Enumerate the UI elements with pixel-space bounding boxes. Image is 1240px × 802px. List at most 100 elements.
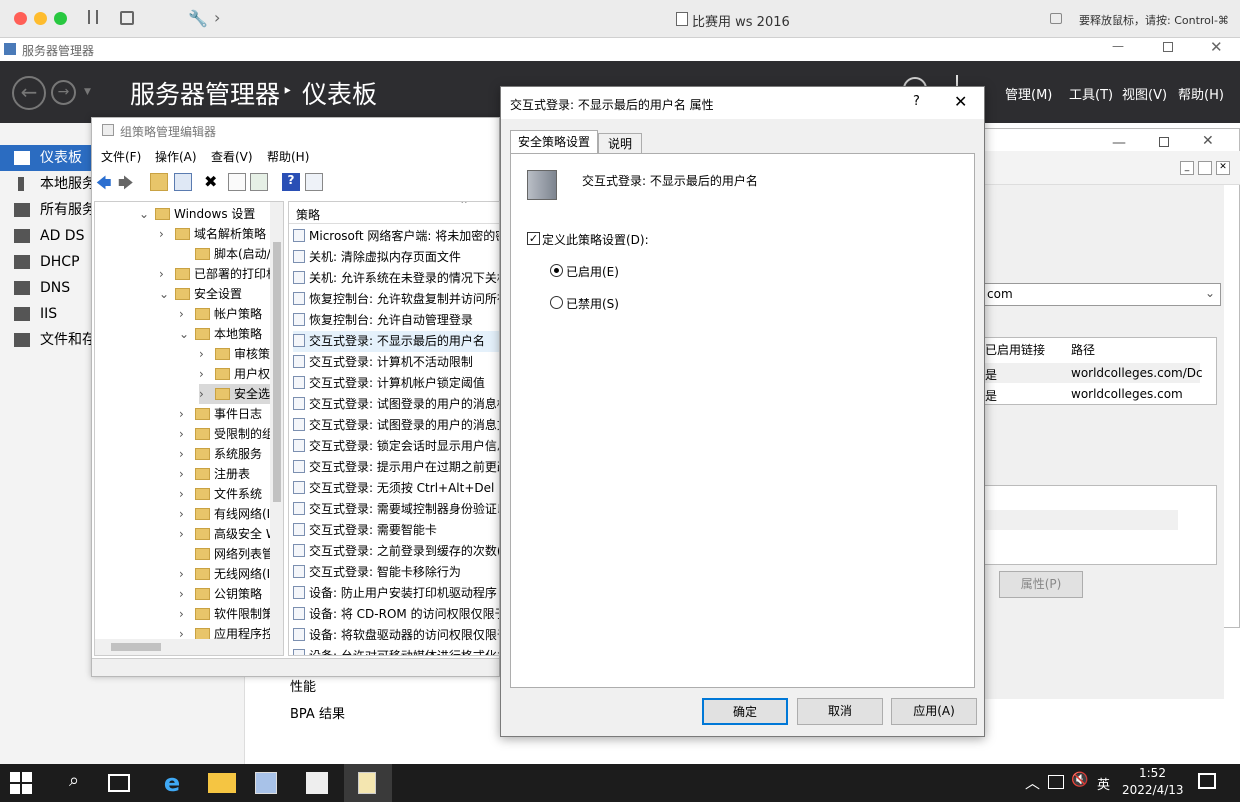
properties-icon[interactable] [228, 173, 246, 191]
tree-node[interactable]: › 文件系统 [179, 484, 262, 504]
export-icon[interactable] [250, 173, 268, 191]
policy-row[interactable]: 交互式登录: 无须按 Ctrl+Alt+Del [293, 478, 499, 499]
tree-node[interactable]: › 系统服务 [179, 444, 262, 464]
gp-menu-help[interactable]: 帮助(H) [267, 148, 309, 165]
clock-date[interactable]: 2022/4/13 [1122, 783, 1184, 797]
expander-icon[interactable]: › [179, 524, 195, 544]
policy-row[interactable]: 设备: 防止用户安装打印机驱动程序 [293, 583, 499, 604]
tree-node[interactable]: › 已部署的打印机 [159, 264, 278, 284]
tree-node[interactable]: › 注册表 [179, 464, 250, 484]
forward-arrow-icon[interactable]: 🡆 [118, 173, 136, 192]
policy-column-header[interactable]: 策略 ⌃ [289, 202, 499, 224]
tab-security-policy[interactable]: 安全策略设置 [510, 130, 598, 154]
expander-icon[interactable]: › [179, 444, 195, 464]
policy-row[interactable]: 交互式登录: 不显示最后的用户名 [293, 331, 499, 352]
tree-node[interactable]: 脚本(启动/关机) [179, 244, 283, 264]
expander-icon[interactable]: ⌄ [159, 284, 175, 304]
menu-manage[interactable]: 管理(M) [1005, 84, 1052, 103]
policy-row[interactable]: 恢复控制台: 允许软盘复制并访问所有 [293, 289, 499, 310]
policy-row[interactable]: 交互式登录: 之前登录到缓存的次数( [293, 541, 499, 562]
gp-menu-action[interactable]: 操作(A) [155, 148, 197, 165]
up-folder-icon[interactable] [150, 173, 168, 191]
tree-node[interactable]: › 受限制的组 [179, 424, 274, 444]
history-dropdown-icon[interactable]: ▼ [84, 87, 91, 97]
chevron-right-icon[interactable]: › [214, 8, 220, 27]
bpa-performance-label[interactable]: 性能 [290, 676, 316, 695]
gpmc-task-icon[interactable] [306, 772, 328, 794]
snapshot-icon[interactable] [120, 11, 134, 25]
help-icon[interactable]: ? [282, 173, 300, 191]
dialog-help-button[interactable]: ? [913, 94, 920, 109]
policy-row[interactable]: 交互式登录: 计算机不活动限制 [293, 352, 499, 373]
copy-icon[interactable] [1050, 13, 1062, 24]
bpa-results-label[interactable]: BPA 结果 [290, 703, 345, 722]
tree-node[interactable]: › 域名解析策略 [159, 224, 266, 244]
gp-menu-file[interactable]: 文件(F) [101, 148, 141, 165]
notifications-icon[interactable] [1198, 773, 1216, 789]
restore-button[interactable] [1163, 42, 1173, 52]
close-traffic-light[interactable] [14, 12, 27, 25]
tree-node[interactable]: › 公钥策略 [179, 584, 262, 604]
network-icon[interactable] [1048, 775, 1064, 789]
task-view-icon[interactable] [108, 774, 130, 792]
file-explorer-icon[interactable] [208, 773, 236, 793]
policy-row[interactable]: 设备: 将软盘驱动器的访问权限仅限于 [293, 625, 499, 646]
expander-icon[interactable]: › [199, 384, 215, 404]
tree-node[interactable]: › 审核策 [199, 344, 270, 364]
tree-node[interactable]: ⌄ Windows 设置 [139, 204, 255, 224]
tree-node[interactable]: › 高级安全 W [179, 524, 278, 544]
ie-icon[interactable]: e [158, 770, 186, 796]
policy-row[interactable]: Microsoft 网络客户端: 将未加密的密 [293, 226, 499, 247]
tree-node[interactable]: ⌄ 安全设置 [159, 284, 242, 304]
wrench-icon[interactable]: 🔧 [188, 9, 208, 28]
expander-icon[interactable]: › [179, 564, 195, 584]
menu-tools[interactable]: 工具(T) [1069, 84, 1113, 103]
chevron-up-icon[interactable]: ︿ [1025, 772, 1040, 793]
clock-time[interactable]: 1:52 [1139, 766, 1166, 780]
expander-icon[interactable]: › [159, 224, 175, 244]
policy-row[interactable]: 交互式登录: 需要智能卡 [293, 520, 499, 541]
policy-row[interactable]: 设备: 允许对可移动媒体进行格式化并 [293, 646, 499, 655]
expander-icon[interactable]: › [199, 364, 215, 384]
tree-node[interactable]: › 有线网络(IE [179, 504, 278, 524]
tab-explain[interactable]: 说明 [598, 133, 642, 154]
server-manager-task-icon[interactable] [255, 772, 277, 794]
forward-icon[interactable]: → [51, 80, 76, 105]
gpmc-restore-inner-icon[interactable] [1198, 161, 1212, 175]
volume-muted-icon[interactable]: 🔇 [1071, 772, 1088, 788]
policy-row[interactable]: 设备: 将 CD-ROM 的访问权限仅限于 [293, 604, 499, 625]
apply-button[interactable]: 应用(A) [891, 698, 977, 725]
gp-menu-view[interactable]: 查看(V) [211, 148, 253, 165]
define-policy-checkbox[interactable]: ✓ [527, 232, 540, 245]
policy-row[interactable]: 关机: 清除虚拟内存页面文件 [293, 247, 499, 268]
expander-icon[interactable]: › [179, 404, 195, 424]
close-button[interactable]: ✕ [1210, 38, 1223, 56]
tree-node[interactable]: › 软件限制策 [179, 604, 274, 624]
expander-icon[interactable]: › [199, 344, 215, 364]
back-icon[interactable]: ← [12, 76, 46, 110]
minimize-button[interactable]: — [1112, 39, 1124, 53]
policy-row[interactable]: 交互式登录: 计算机帐户锁定阈值 [293, 373, 499, 394]
show-tree-icon[interactable] [174, 173, 192, 191]
tree-node[interactable]: ⌄ 本地策略 [179, 324, 262, 344]
gpmc-domain-combo[interactable]: com ⌄ [984, 283, 1221, 306]
expander-icon[interactable]: › [179, 464, 195, 484]
ime-indicator[interactable]: 英 [1097, 774, 1110, 793]
expander-icon[interactable]: › [179, 584, 195, 604]
gpmc-min-inner-icon[interactable]: _ [1180, 161, 1194, 175]
policy-row[interactable]: 交互式登录: 智能卡移除行为 [293, 562, 499, 583]
cancel-button[interactable]: 取消 [797, 698, 883, 725]
gpmc-minimize-button[interactable]: — [1112, 135, 1126, 151]
gpmc-close-inner-icon[interactable]: ✕ [1216, 161, 1230, 175]
expander-icon[interactable]: › [179, 504, 195, 524]
delete-icon[interactable]: ✖ [204, 173, 222, 191]
policy-row[interactable]: 关机: 允许系统在未登录的情况下关机 [293, 268, 499, 289]
policy-row[interactable]: 交互式登录: 试图登录的用户的消息文 [293, 415, 499, 436]
enabled-radio[interactable] [550, 264, 563, 277]
tree-node[interactable]: › 帐户策略 [179, 304, 262, 324]
ok-button[interactable]: 确定 [702, 698, 788, 725]
tree-node[interactable]: › 事件日志 [179, 404, 262, 424]
gpmc-close-button[interactable]: ✕ [1202, 133, 1214, 149]
view-icon[interactable] [305, 173, 323, 191]
policy-row[interactable]: 交互式登录: 锁定会话时显示用户信息 [293, 436, 499, 457]
